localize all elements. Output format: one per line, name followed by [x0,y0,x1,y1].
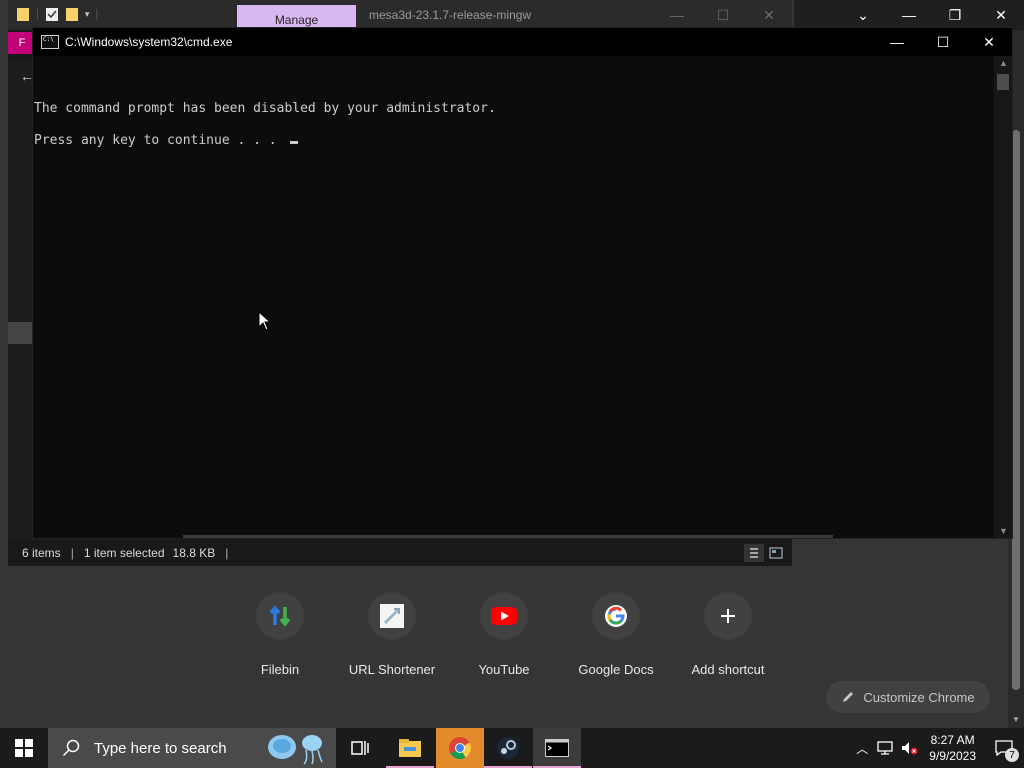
shortcut-label: Add shortcut [691,662,765,677]
taskbar-clock[interactable]: 8:27 AM 9/9/2023 [929,732,976,764]
console-line: Press any key to continue . . . [34,133,285,148]
shortcut-label: Google Docs [578,662,654,677]
scroll-down-icon[interactable]: ▼ [1012,715,1020,724]
selected-nav-item[interactable] [8,322,34,344]
customize-chrome-button[interactable]: Customize Chrome [826,681,990,713]
taskbar-cmd[interactable] [533,728,581,768]
minimize-button[interactable]: — [654,0,700,30]
chrome-window-controls: ⌄ — ❐ ✕ [794,0,1024,30]
chevron-down-icon[interactable]: ⌄ [840,0,886,30]
steam-icon [497,737,519,759]
cmd-window: C:\Windows\system32\cmd.exe — ☐ ✕ The co… [33,28,1012,538]
shortcut-label: Filebin [260,662,300,677]
shortcut-label: URL Shortener [348,662,436,677]
close-button[interactable]: ✕ [978,0,1024,30]
shortcut-add[interactable]: Add shortcut [672,592,784,692]
separator: | [225,546,229,560]
cmd-scrollbar[interactable]: ▲ ▼ [994,56,1012,538]
console-output[interactable]: The command prompt has been disabled by … [33,56,994,538]
customize-chrome-label: Customize Chrome [863,689,975,705]
shortcut-youtube[interactable]: YouTube [448,592,560,692]
restore-button[interactable]: ❐ [932,0,978,30]
task-view-icon [351,741,369,755]
tab-manage[interactable]: Manage [237,5,356,30]
scroll-up-icon[interactable]: ▲ [999,58,1008,68]
maximize-button[interactable]: ☐ [920,28,966,56]
search-icon [62,739,80,757]
scroll-down-icon[interactable]: ▼ [999,526,1008,536]
clock-date: 9/9/2023 [929,749,976,763]
properties-icon[interactable] [45,6,59,22]
cmd-window-title: C:\Windows\system32\cmd.exe [65,35,233,49]
shortcut-filebin[interactable]: Filebin [224,592,336,692]
quick-access-toolbar: | ▾ | [16,6,98,22]
cmd-window-controls: — ☐ ✕ [874,28,1012,56]
shortcut-url-shortener[interactable]: URL Shortener [336,592,448,692]
separator: | [95,8,99,20]
taskbar-chrome[interactable] [436,728,484,768]
url-shortener-icon [368,592,416,640]
status-bar: 6 items | 1 item selected 18.8 KB | [8,540,792,566]
jellyfish-icon [268,735,323,765]
minimize-button[interactable]: — [874,28,920,56]
item-count: 6 items [22,546,61,560]
console-line-prompt: Press any key to continue . . . [34,133,299,148]
task-view-button[interactable] [336,728,384,768]
taskbar-search-box[interactable]: Type here to search [48,728,336,768]
network-icon[interactable] [877,741,893,755]
filebin-icon [256,592,304,640]
pencil-icon [843,692,854,702]
volume-muted-icon[interactable] [901,741,919,755]
search-placeholder: Type here to search [94,739,227,757]
taskbar: Type here to search ︿ 8:27 AM 9/9/2023 7 [0,728,1024,768]
chevron-down-icon[interactable]: ▾ [85,9,90,20]
console-line: The command prompt has been disabled by … [34,101,496,116]
notification-count-badge: 7 [1005,748,1019,762]
notification-center-button[interactable]: 7 [984,728,1024,768]
maximize-button[interactable]: ☐ [700,0,746,30]
plus-icon [704,592,752,640]
selection-size: 18.8 KB [172,546,216,560]
chevron-up-icon[interactable]: ︿ [851,740,873,757]
terminal-icon [545,739,569,757]
chrome-icon [449,737,471,759]
explorer-window-controls: — ☐ ✕ [654,0,792,30]
taskbar-file-explorer[interactable] [386,728,434,768]
shortcuts-row: Filebin URL Shortener YouTube Google Doc… [224,592,784,692]
shortcut-label: YouTube [478,662,530,677]
separator: | [36,8,39,20]
explorer-titlebar: | ▾ | Manage mesa3d-23.1.7-release-mingw… [8,0,792,30]
terminal-icon [41,35,59,49]
google-icon [592,592,640,640]
tab-file[interactable]: F [8,32,36,54]
close-button[interactable]: ✕ [966,28,1012,56]
close-button[interactable]: ✕ [746,0,792,30]
windows-logo-icon [15,739,33,757]
new-folder-icon[interactable] [65,6,79,22]
cmd-titlebar: C:\Windows\system32\cmd.exe — ☐ ✕ [33,28,1012,56]
clock-time: 8:27 AM [930,733,975,747]
shortcut-google-docs[interactable]: Google Docs [560,592,672,692]
taskbar-steam[interactable] [484,728,532,768]
selection-info: 1 item selected [83,546,165,560]
chrome-scrollbar-thumb[interactable] [1012,130,1020,690]
start-button[interactable] [0,728,48,768]
text-cursor [290,141,299,144]
back-arrow-icon[interactable]: ← [20,68,34,84]
mouse-pointer-icon [258,310,272,336]
system-tray: ︿ 8:27 AM 9/9/2023 7 [851,728,1024,768]
large-icons-view-icon[interactable] [766,544,786,562]
explorer-window-title: mesa3d-23.1.7-release-mingw [369,8,532,22]
navigation-pane: ← [8,60,34,540]
file-explorer-icon [399,739,421,757]
horizontal-scroll-track[interactable] [183,535,833,538]
details-view-icon[interactable] [744,544,764,562]
youtube-icon [480,592,528,640]
minimize-button[interactable]: — [886,0,932,30]
folder-icon[interactable] [16,6,30,22]
separator: | [70,546,74,560]
cmd-scrollbar-thumb[interactable] [997,74,1009,90]
